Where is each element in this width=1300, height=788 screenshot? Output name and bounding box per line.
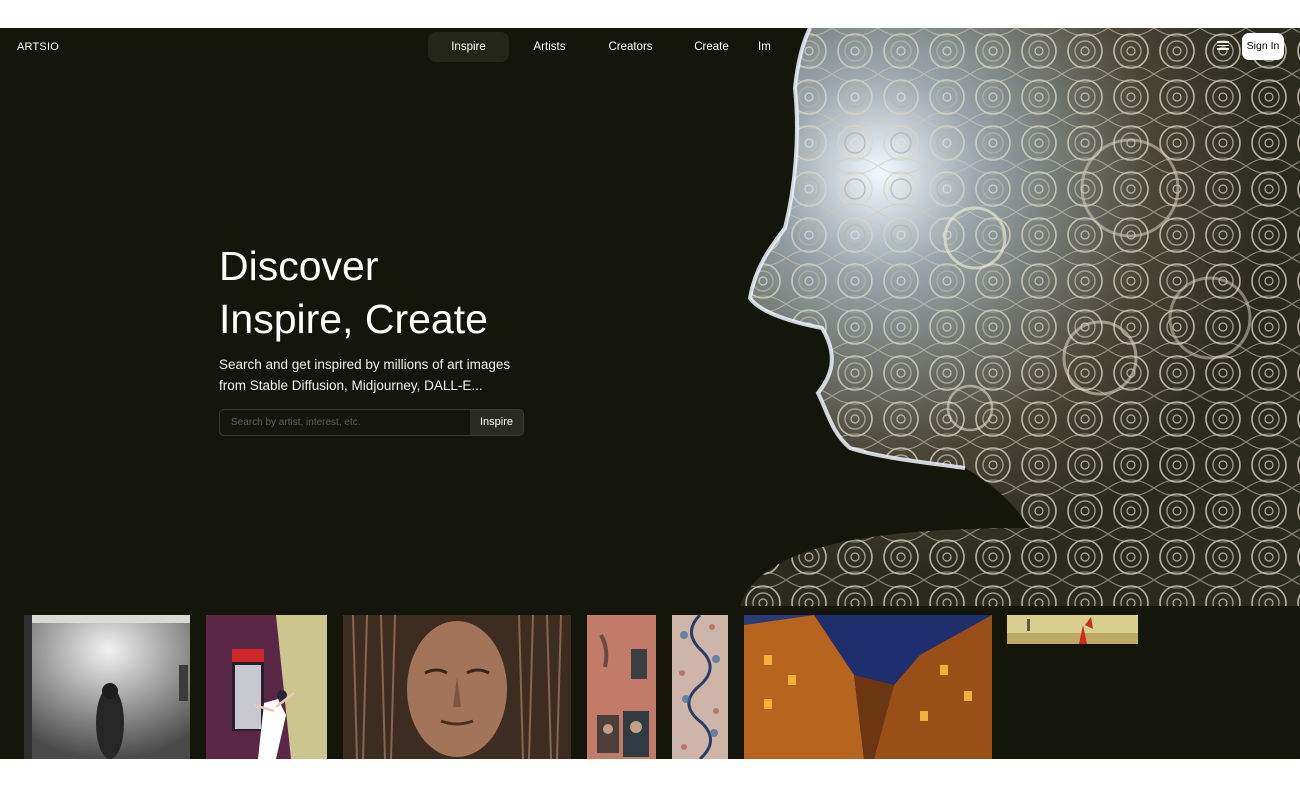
image-gallery xyxy=(0,615,1300,759)
tab-inspire[interactable]: Inspire xyxy=(428,32,509,62)
main-nav: Inspire Artists Creators Create Im xyxy=(428,32,774,62)
gallery-image-pattern-scroll[interactable] xyxy=(672,615,728,759)
gallery-image-wooden-face[interactable] xyxy=(343,615,571,759)
search-input[interactable] xyxy=(220,410,470,435)
hero-subtitle: Search and get inspired by millions of a… xyxy=(219,354,539,396)
hero-title-line-1: Discover xyxy=(219,243,379,289)
tab-creators[interactable]: Creators xyxy=(590,32,671,62)
hero-artwork-image xyxy=(740,28,1300,606)
tab-artists[interactable]: Artists xyxy=(509,32,590,62)
inspire-search-button[interactable]: Inspire xyxy=(470,410,523,435)
hero-title-line-2: Inspire, Create xyxy=(219,296,488,342)
gallery-image-ghost-girl[interactable] xyxy=(24,615,190,759)
page: ARTSIO Inspire Artists Creators Create I… xyxy=(0,28,1300,759)
sign-in-button[interactable]: Sign In xyxy=(1242,33,1284,60)
gallery-image-woman-window[interactable] xyxy=(206,615,327,759)
search-bar: Inspire xyxy=(219,409,524,436)
hero-subtitle-line-1: Search and get inspired by millions of a… xyxy=(219,357,511,372)
tab-images[interactable]: Im xyxy=(752,32,774,62)
hero-title: Discover Inspire, Create xyxy=(219,240,488,346)
gallery-image-portraits-wall[interactable] xyxy=(587,615,656,759)
hero-subtitle-line-2: from Stable Diffusion, Midjourney, DALL-… xyxy=(219,378,483,393)
tab-create[interactable]: Create xyxy=(671,32,752,62)
hamburger-menu-icon[interactable] xyxy=(1217,41,1229,51)
artsio-logo[interactable]: ARTSIO xyxy=(17,41,59,53)
gallery-image-night-street[interactable] xyxy=(744,615,992,759)
gallery-image-red-figure-beach[interactable] xyxy=(1007,615,1138,644)
